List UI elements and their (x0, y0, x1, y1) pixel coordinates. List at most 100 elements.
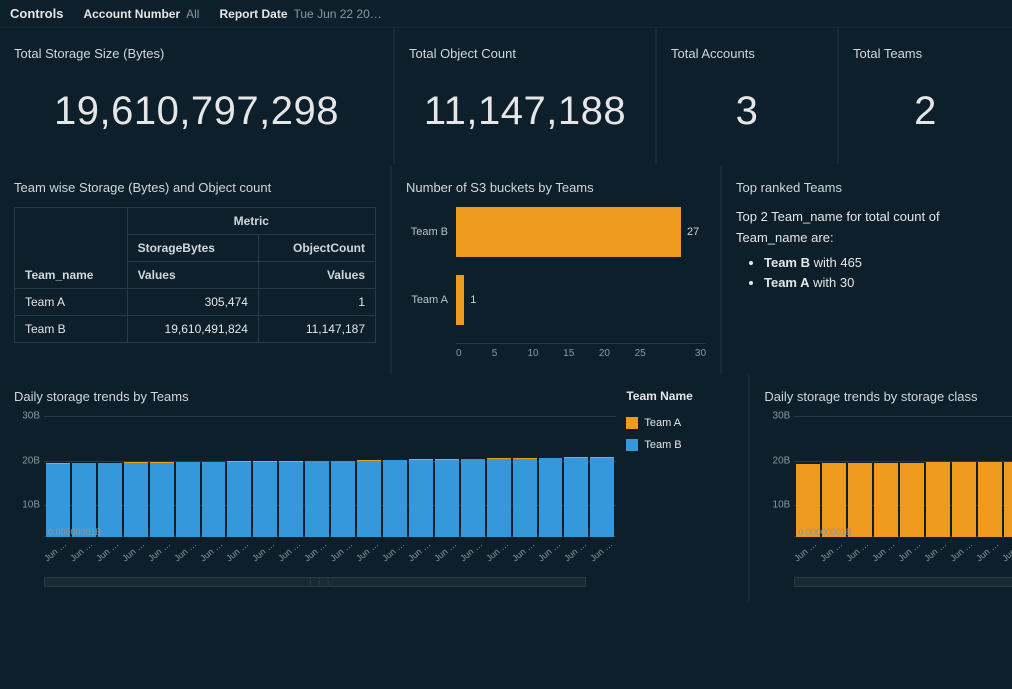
hbar-row: Team A 1 (406, 275, 706, 325)
hbar-label: Team B (406, 226, 456, 238)
panel-title: Daily storage trends by Teams (14, 389, 616, 404)
values-header: Values (258, 262, 375, 289)
bar (926, 416, 950, 537)
kpi-total-teams: Total Teams 2 (839, 28, 1012, 164)
kpi-title: Total Teams (853, 46, 998, 61)
trend-class-panel: Daily storage trends by storage class 30… (750, 375, 1012, 601)
filter-value: All (186, 7, 199, 21)
chart-scrollbar[interactable]: ⋮⋮⋮ (794, 577, 1012, 587)
bar (539, 416, 563, 537)
list-item: Team A with 30 (764, 273, 998, 294)
bar (822, 416, 846, 537)
objects-cell: 11,147,187 (258, 316, 375, 343)
kpi-row: Total Storage Size (Bytes) 19,610,797,29… (0, 28, 1012, 164)
panel-title: Number of S3 buckets by Teams (406, 180, 706, 195)
hbar-row: Team B 27 (406, 207, 706, 257)
legend-item[interactable]: Team B (626, 439, 734, 451)
kpi-value: 11,147,188 (409, 89, 641, 134)
kpi-value: 3 (671, 89, 823, 134)
swatch-icon (626, 417, 638, 429)
team-cell: Team B (15, 316, 128, 343)
kpi-total-storage: Total Storage Size (Bytes) 19,610,797,29… (0, 28, 393, 164)
bar (279, 416, 303, 537)
kpi-total-objects: Total Object Count 11,147,188 (395, 28, 655, 164)
bar (305, 416, 329, 537)
hbar-axis: 0 5 10 15 20 25 30 (456, 343, 706, 359)
table-row: Team A 305,474 1 (15, 289, 376, 316)
team-header: Team_name (15, 208, 128, 289)
storage-cell: 19,610,491,824 (127, 316, 258, 343)
bar (564, 416, 588, 537)
kpi-value: 2 (853, 89, 998, 134)
bar (952, 416, 976, 537)
topranked-panel: Top ranked Teams Top 2 Team_name for tot… (722, 166, 1012, 373)
panel-title: Top ranked Teams (736, 180, 998, 195)
controls-label: Controls (10, 6, 63, 21)
legend-item[interactable]: Team A (626, 417, 734, 429)
swatch-icon (626, 439, 638, 451)
mid-row: Team wise Storage (Bytes) and Object cou… (0, 166, 1012, 373)
teamwise-table: Team_name Metric StorageBytes ObjectCoun… (14, 207, 376, 343)
chart-scrollbar[interactable]: ⋮⋮⋮ (44, 577, 586, 587)
trend-class-chart[interactable]: 30B 20B 10B 0.00000001B (794, 416, 1012, 551)
kpi-value: 19,610,797,298 (14, 89, 379, 134)
bar (331, 416, 355, 537)
bar (513, 416, 537, 537)
zero-label: 0.00000001B (48, 527, 102, 537)
panel-title: Daily storage trends by storage class (764, 389, 1012, 404)
filter-name: Report Date (219, 7, 287, 21)
y-axis: 30B 20B 10B (14, 416, 44, 551)
bar (590, 416, 614, 537)
bar (98, 416, 122, 537)
bar (124, 416, 148, 537)
teamwise-panel: Team wise Storage (Bytes) and Object cou… (0, 166, 390, 373)
metric-header: Metric (127, 208, 375, 235)
zero-label: 0.00000001B (798, 527, 852, 537)
topranked-text: Top 2 Team_name for total count of Team_… (736, 207, 998, 294)
filter-value: Tue Jun 22 20… (294, 7, 382, 21)
values-header: Values (127, 262, 258, 289)
filter-account-number[interactable]: Account Number All (83, 7, 199, 21)
bar (874, 416, 898, 537)
controls-bar: Controls Account Number All Report Date … (0, 0, 1012, 28)
bar (978, 416, 1002, 537)
list-item: Team B with 465 (764, 253, 998, 274)
kpi-title: Total Object Count (409, 46, 641, 61)
trend-teams-panel: Daily storage trends by Teams 30B 20B 10… (0, 375, 748, 601)
bar (1004, 416, 1012, 537)
bar (72, 416, 96, 537)
buckets-chart[interactable]: Team B 27 Team A 1 0 5 10 15 (406, 207, 706, 359)
bar (435, 416, 459, 537)
hbar-value: 27 (687, 226, 699, 238)
filter-report-date[interactable]: Report Date Tue Jun 22 20… (219, 7, 381, 21)
hbar-label: Team A (406, 294, 456, 306)
bottom-row: Daily storage trends by Teams 30B 20B 10… (0, 375, 1012, 601)
bar (357, 416, 381, 537)
col-objects: ObjectCount (258, 235, 375, 262)
bar (848, 416, 872, 537)
legend-teams: Team Name Team A Team B (626, 389, 734, 587)
storage-cell: 305,474 (127, 289, 258, 316)
bar (202, 416, 226, 537)
bar (46, 416, 70, 537)
bar (900, 416, 924, 537)
y-axis: 30B 20B 10B (764, 416, 794, 551)
table-row: Team B 19,610,491,824 11,147,187 (15, 316, 376, 343)
bar (253, 416, 277, 537)
objects-cell: 1 (258, 289, 375, 316)
legend-label: Team B (644, 439, 681, 451)
bar (409, 416, 433, 537)
legend-title: Team Name (626, 389, 734, 403)
team-cell: Team A (15, 289, 128, 316)
hbar-value: 1 (470, 294, 476, 306)
bar (796, 416, 820, 537)
bar (383, 416, 407, 537)
bar (461, 416, 485, 537)
topranked-intro: Top 2 Team_name for total count of Team_… (736, 207, 998, 249)
bar (227, 416, 251, 537)
kpi-title: Total Storage Size (Bytes) (14, 46, 379, 61)
trend-teams-chart[interactable]: 30B 20B 10B 0.00000001B (44, 416, 616, 551)
bar (176, 416, 200, 537)
kpi-title: Total Accounts (671, 46, 823, 61)
kpi-total-accounts: Total Accounts 3 (657, 28, 837, 164)
